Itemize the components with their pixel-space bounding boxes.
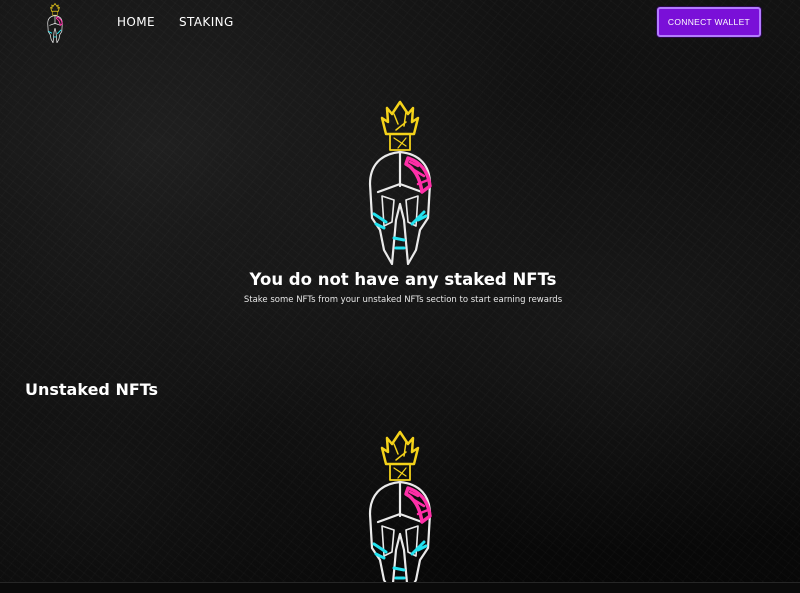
spartan-helmet-logo-icon[interactable]: [42, 3, 68, 43]
nav-home-link[interactable]: HOME: [117, 15, 155, 29]
page-bottom-edge: [0, 582, 800, 593]
spartan-helmet-icon: [368, 430, 432, 593]
top-navbar: HOME STAKING CONNECT WALLET: [0, 0, 800, 46]
spartan-helmet-icon: [368, 100, 432, 265]
no-staked-nfts-subtitle: Stake some NFTs from your unstaked NFTs …: [243, 295, 563, 305]
staking-page: HOME STAKING CONNECT WALLET You do not h…: [0, 0, 800, 593]
no-staked-nfts-title: You do not have any staked NFTs: [249, 270, 557, 289]
nav-staking-link[interactable]: STAKING: [179, 15, 234, 29]
connect-wallet-button[interactable]: CONNECT WALLET: [657, 7, 761, 37]
unstaked-nfts-heading: Unstaked NFTs: [25, 380, 159, 399]
